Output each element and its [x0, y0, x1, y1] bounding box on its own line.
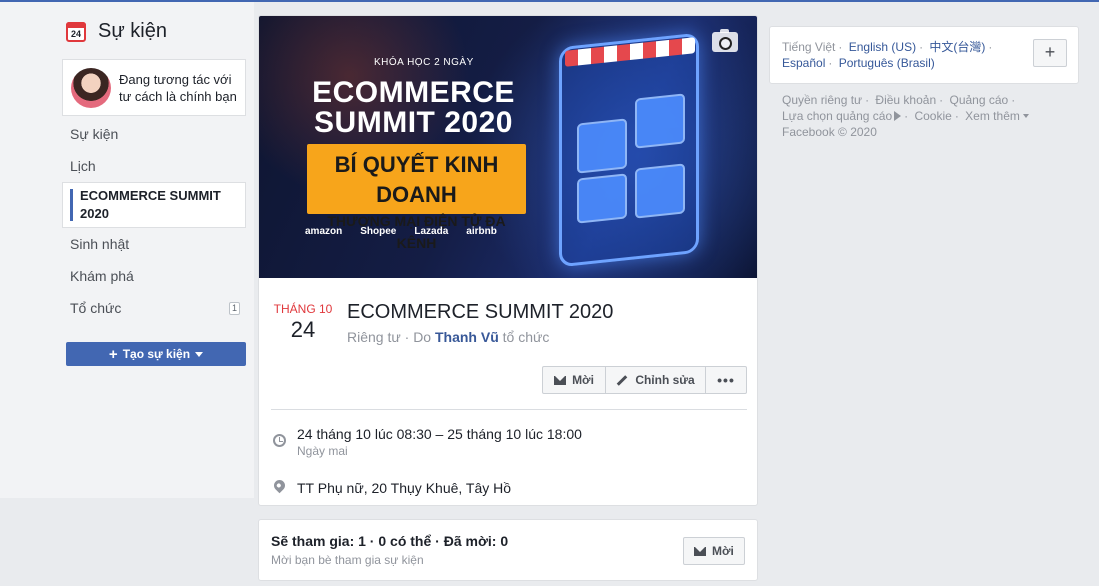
footer-links: Quyền riêng tư · Điều khoản · Quảng cáo · L… [782, 92, 1052, 140]
organizer-link[interactable]: Thanh Vũ [435, 329, 499, 345]
cart-tile-illustration [635, 93, 685, 149]
events-nav-title[interactable]: 24 Sự kiện [66, 20, 167, 43]
cover-headline: ECOMMERCE SUMMIT 2020 [312, 76, 515, 139]
event-subtitle: Riêng tư · Do Thanh Vũ tổ chức [347, 329, 550, 345]
cover-small-text: KHÓA HỌC 2 NGÀY [374, 57, 474, 68]
divider [271, 409, 747, 410]
language-link[interactable]: Español [782, 56, 825, 70]
sidebar-item-current-event[interactable]: ECOMMERCE SUMMIT 2020 [62, 182, 246, 228]
envelope-icon [694, 546, 706, 556]
sidebar-item-discover[interactable]: Khám phá [62, 260, 246, 292]
more-options-button[interactable]: ••• [706, 367, 746, 393]
sidebar-item-birthdays[interactable]: Sinh nhật [62, 228, 246, 260]
sidebar-item-hosting[interactable]: Tổ chức 1 [62, 292, 246, 324]
more-icon: ••• [717, 372, 735, 388]
camera-icon[interactable] [712, 29, 738, 52]
pencil-icon [617, 374, 628, 386]
copyright: Facebook © 2020 [782, 125, 877, 139]
guest-hint: Mời bạn bè tham gia sự kiện [271, 553, 424, 567]
event-day: 24 [290, 317, 316, 342]
event-location[interactable]: TT Phụ nữ, 20 Thụy Khuê, Tây Hồ [297, 480, 511, 496]
event-time-relative: Ngày mai [297, 444, 348, 458]
invite-friends-button[interactable]: Mời [683, 537, 745, 565]
footer-link-privacy[interactable]: Quyền riêng tư [782, 93, 862, 107]
event-action-buttons: Mời Chỉnh sửa ••• [542, 366, 747, 394]
event-card: KHÓA HỌC 2 NGÀY ECOMMERCE SUMMIT 2020 BÍ… [258, 15, 758, 506]
invite-button[interactable]: Mời [543, 367, 606, 393]
dress-tile-illustration [635, 163, 685, 219]
footer-link-more[interactable]: Xem thêm [965, 109, 1020, 123]
footer-link-ads[interactable]: Quảng cáo [949, 93, 1008, 107]
page-title: Sự kiện [98, 20, 167, 42]
language-link[interactable]: 中文(台灣) [929, 40, 985, 54]
shopee-logo: Shopee [360, 226, 397, 237]
envelope-icon [554, 375, 567, 385]
language-link[interactable]: Português (Brasil) [839, 56, 935, 70]
guests-card: Sẽ tham gia: 1 · 0 có thể · Đã mời: 0 Mờ… [258, 519, 758, 581]
edit-button[interactable]: Chỉnh sửa [606, 367, 706, 393]
cover-banner: BÍ QUYẾT KINH DOANH THƯƠNG MẠI ĐIỆN TỬ Đ… [307, 144, 526, 251]
add-language-button[interactable]: + [1033, 39, 1067, 67]
chevron-down-icon [195, 351, 204, 357]
count-badge: 1 [229, 302, 240, 315]
event-date-block: THÁNG 10 24 [273, 302, 333, 343]
location-pin-icon [271, 477, 288, 494]
footer-link-cookies[interactable]: Cookie [914, 109, 951, 123]
clock-icon [273, 434, 286, 447]
acting-as-card[interactable]: Đang tương tác với tư cách là chính bạn [62, 59, 246, 116]
language-list: Tiếng Việt · English (US) · 中文(台灣) · Españo… [782, 40, 993, 70]
lazada-logo: Lazada [414, 226, 449, 237]
chevron-down-icon [1022, 114, 1029, 118]
create-event-button[interactable]: + Tạo sự kiện [66, 342, 246, 366]
plus-icon: + [108, 345, 118, 363]
privacy-label: Riêng tư [347, 329, 401, 345]
sidebar-item-events[interactable]: Sự kiện [62, 118, 246, 150]
footer-link-terms[interactable]: Điều khoản [875, 93, 936, 107]
sidebar-item-calendar[interactable]: Lịch [62, 150, 246, 182]
acting-as-label: Đang tương tác với tư cách là chính bạn [119, 71, 237, 104]
event-title: ECOMMERCE SUMMIT 2020 [347, 301, 614, 323]
language-link[interactable]: English (US) [849, 40, 916, 54]
footer-link-ad-choices[interactable]: Lựa chọn quảng cáo [782, 109, 892, 123]
cover-brand-logos: amazon Shopee Lazada airbnb [305, 226, 497, 237]
shirt-tile-illustration [577, 118, 627, 174]
avatar [71, 67, 111, 108]
event-month: THÁNG 10 [273, 302, 333, 316]
shoe-tile-illustration [577, 173, 627, 224]
calendar-icon: 24 [66, 21, 86, 42]
event-time[interactable]: 24 tháng 10 lúc 08:30 – 25 tháng 10 lúc … [297, 426, 582, 442]
event-cover-photo: KHÓA HỌC 2 NGÀY ECOMMERCE SUMMIT 2020 BÍ… [259, 16, 757, 278]
language-selector-card: Tiếng Việt · English (US) · 中文(台灣) · Españo… [769, 26, 1079, 84]
guest-stats[interactable]: Sẽ tham gia: 1 · 0 có thể · Đã mời: 0 [271, 533, 508, 549]
airbnb-logo: airbnb [466, 226, 497, 237]
language-current: Tiếng Việt [782, 40, 836, 54]
sidebar-nav: Sự kiện Lịch ECOMMERCE SUMMIT 2020 Sinh … [62, 118, 246, 324]
amazon-logo: amazon [305, 226, 343, 237]
